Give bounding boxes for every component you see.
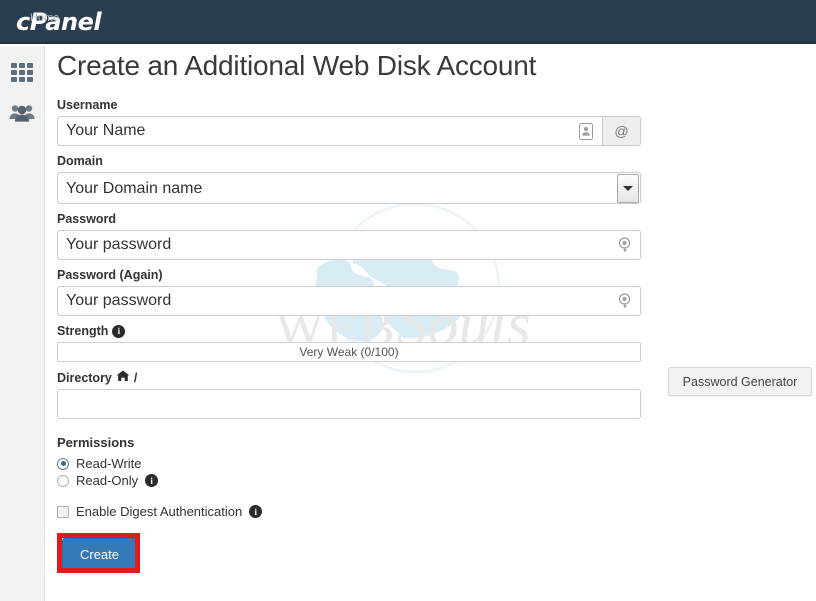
users-group-icon — [9, 102, 35, 127]
username-label: Username — [57, 98, 118, 112]
page-title: Create an Additional Web Disk Account — [57, 50, 537, 81]
password-again-label: Password (Again) — [57, 268, 163, 282]
create-button[interactable]: Create — [62, 538, 137, 570]
domain-select[interactable]: Your Domain name — [57, 172, 641, 204]
domain-select-wrap: Your Domain name — [57, 172, 641, 204]
password-generator-button[interactable]: Password Generator — [668, 367, 812, 396]
password-key-icon[interactable] — [617, 293, 632, 309]
checkbox-enable-digest-authentication[interactable] — [57, 505, 69, 518]
web-disk-account-form: Username @ Domain Your Domain name Passw… — [45, 82, 657, 573]
password-again-input-wrap — [57, 286, 641, 316]
main-content: Create an Additional Web Disk Account Us… — [45, 44, 816, 601]
cpanel-logo[interactable]: cPanel — [16, 8, 102, 36]
chevron-down-icon[interactable] — [617, 174, 639, 203]
password-input-wrap — [57, 230, 641, 260]
directory-label: Directory / — [57, 370, 138, 385]
strength-label: Strength i — [57, 324, 657, 338]
directory-slash: / — [133, 370, 138, 385]
create-button-zone: Create — [57, 533, 177, 573]
apps-grid-icon — [11, 63, 33, 82]
info-icon[interactable]: i — [145, 474, 159, 487]
permission-label: Read-Only — [76, 473, 139, 488]
sidebar-item-home[interactable] — [0, 52, 44, 92]
permission-option-read-only[interactable]: Read-Only i — [57, 473, 657, 488]
password-key-icon[interactable] — [617, 237, 632, 253]
password-again-input[interactable] — [57, 286, 641, 316]
radio-read-write[interactable] — [57, 457, 69, 470]
info-icon[interactable]: i — [249, 505, 263, 518]
username-input-group: @ — [57, 116, 641, 146]
username-input[interactable] — [57, 116, 602, 146]
password-input[interactable] — [57, 230, 641, 260]
digest-auth-label: Enable Digest Authentication — [76, 504, 243, 519]
permission-option-read-write[interactable]: Read-Write — [57, 456, 657, 471]
top-header-bar: cPanel — [0, 0, 816, 44]
password-strength-value: Very Weak (0/100) — [299, 345, 399, 359]
directory-input[interactable] — [57, 389, 641, 419]
contact-card-icon[interactable] — [579, 123, 593, 140]
permissions-heading: Permissions — [57, 435, 135, 450]
info-icon[interactable]: i — [112, 324, 126, 338]
domain-label: Domain — [57, 154, 103, 168]
password-label: Password — [57, 212, 117, 226]
radio-read-only[interactable] — [57, 474, 69, 487]
sidebar-item-user-manager[interactable] — [0, 94, 44, 134]
digest-auth-option[interactable]: Enable Digest Authentication i — [57, 504, 657, 519]
username-at-addon: @ — [602, 116, 641, 146]
home-icon — [116, 370, 130, 385]
permission-label: Read-Write — [76, 456, 142, 471]
password-strength-bar: Very Weak (0/100) — [57, 342, 641, 362]
left-sidebar — [0, 46, 45, 601]
